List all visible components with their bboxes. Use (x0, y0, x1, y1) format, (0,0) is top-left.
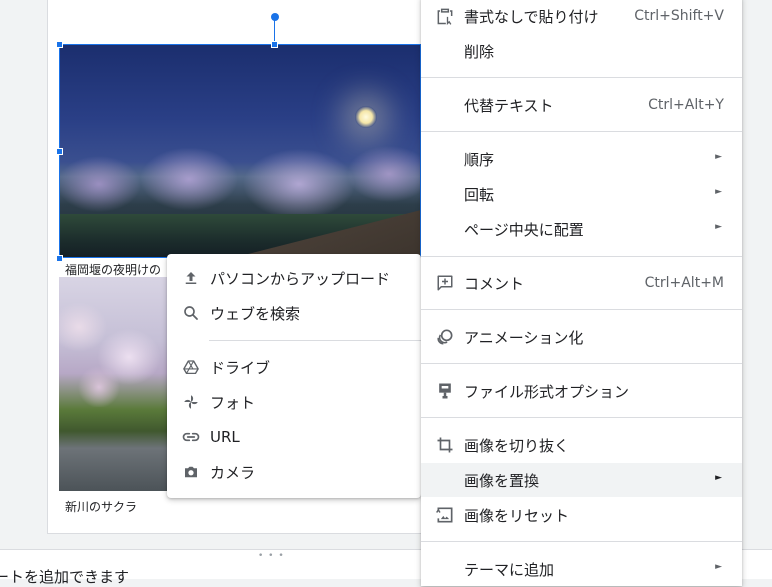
drive-item[interactable]: ドライブ (167, 350, 421, 384)
menu-divider (421, 541, 742, 542)
context-menu: 書式なしで貼り付け Ctrl+Shift+V 削除 代替テキスト Ctrl+Al… (421, 0, 742, 586)
drive-label: ドライブ (210, 358, 271, 377)
format-options-label: ファイル形式オプション (464, 383, 630, 401)
blossom (59, 297, 169, 407)
delete-label: 削除 (464, 43, 495, 61)
menu-divider (421, 256, 742, 257)
paste-without-formatting-item[interactable]: 書式なしで貼り付け Ctrl+Shift+V (421, 0, 742, 33)
camera-label: カメラ (210, 463, 256, 482)
add-comment-icon (435, 273, 455, 293)
rotate-label: 回転 (464, 186, 495, 204)
add-to-theme-item[interactable]: テーマに追加 ► (421, 552, 742, 586)
add-to-theme-label: テーマに追加 (464, 561, 555, 579)
cherry-river-image[interactable] (59, 277, 169, 491)
menu-divider (421, 417, 742, 418)
image-caption-1[interactable]: 福岡堰の夜明けの (65, 261, 167, 278)
comment-item[interactable]: コメント Ctrl+Alt+M (421, 266, 742, 300)
order-label: 順序 (464, 151, 495, 169)
search-web-item[interactable]: ウェブを検索 (167, 296, 421, 330)
url-label: URL (210, 428, 240, 446)
drive-icon (181, 357, 201, 377)
menu-divider (421, 131, 742, 132)
center-on-page-label: ページ中央に配置 (464, 221, 584, 239)
speaker-notes-placeholder[interactable]: ートを追加できます (0, 566, 129, 587)
replace-image-submenu: パソコンからアップロード ウェブを検索 ドライブ フォト URL カメラ (167, 254, 421, 498)
chevron-right-icon: ► (715, 152, 722, 162)
photos-label: フォト (210, 393, 256, 412)
animation-icon (435, 327, 455, 347)
resize-handle-bottom-left[interactable] (56, 255, 63, 262)
panel-resize-handle[interactable]: • • • (258, 551, 285, 561)
image-caption-2[interactable]: 新川のサクラ (65, 498, 137, 515)
photos-icon (181, 392, 201, 412)
rotate-item[interactable]: 回転 ► (421, 177, 742, 211)
upload-from-computer-item[interactable]: パソコンからアップロード (167, 261, 421, 295)
paste-without-formatting-label: 書式なしで貼り付け (464, 8, 599, 26)
format-options-icon (435, 381, 455, 401)
camera-item[interactable]: カメラ (167, 455, 421, 489)
search-web-label: ウェブを検索 (210, 304, 301, 323)
upload-icon (181, 268, 201, 288)
search-icon (181, 303, 201, 323)
menu-divider (421, 309, 742, 310)
alt-text-label: 代替テキスト (464, 97, 554, 115)
url-item[interactable]: URL (167, 420, 421, 454)
crop-icon (435, 435, 455, 455)
chevron-right-icon: ► (715, 187, 722, 197)
resize-handle-top-left[interactable] (56, 41, 63, 48)
chevron-right-icon: ► (715, 562, 722, 572)
rotation-handle[interactable] (271, 13, 279, 21)
paste-without-formatting-shortcut: Ctrl+Shift+V (634, 8, 724, 24)
comment-shortcut: Ctrl+Alt+M (644, 275, 724, 291)
comment-label: コメント (464, 275, 525, 293)
chevron-right-icon: ► (715, 473, 722, 483)
resize-handle-left[interactable] (56, 148, 63, 155)
alt-text-shortcut: Ctrl+Alt+Y (648, 97, 724, 113)
resize-handle-top[interactable] (271, 41, 278, 48)
chevron-right-icon: ► (715, 222, 722, 232)
photos-item[interactable]: フォト (167, 385, 421, 419)
camera-icon (181, 462, 201, 482)
format-options-item[interactable]: ファイル形式オプション (421, 374, 742, 408)
submenu-divider (209, 340, 421, 341)
animate-item[interactable]: アニメーション化 (421, 320, 742, 354)
moon (355, 106, 377, 128)
replace-image-item[interactable]: 画像を置換 ► (421, 463, 742, 497)
order-item[interactable]: 順序 ► (421, 142, 742, 176)
paste-plain-icon (435, 6, 455, 26)
reset-image-item[interactable]: 画像をリセット (421, 498, 742, 532)
animate-label: アニメーション化 (464, 329, 584, 347)
crop-image-item[interactable]: 画像を切り抜く (421, 428, 742, 462)
alt-text-item[interactable]: 代替テキスト Ctrl+Alt+Y (421, 88, 742, 122)
link-icon (181, 427, 201, 447)
reset-image-icon (435, 505, 455, 525)
night-cherry-image[interactable] (59, 44, 421, 258)
menu-divider (421, 363, 742, 364)
center-on-page-item[interactable]: ページ中央に配置 ► (421, 212, 742, 246)
reset-image-label: 画像をリセット (464, 507, 570, 525)
upload-from-computer-label: パソコンからアップロード (210, 269, 391, 288)
menu-divider (421, 77, 742, 78)
crop-image-label: 画像を切り抜く (464, 437, 570, 455)
delete-item[interactable]: 削除 (421, 34, 742, 68)
replace-image-label: 画像を置換 (464, 472, 540, 490)
